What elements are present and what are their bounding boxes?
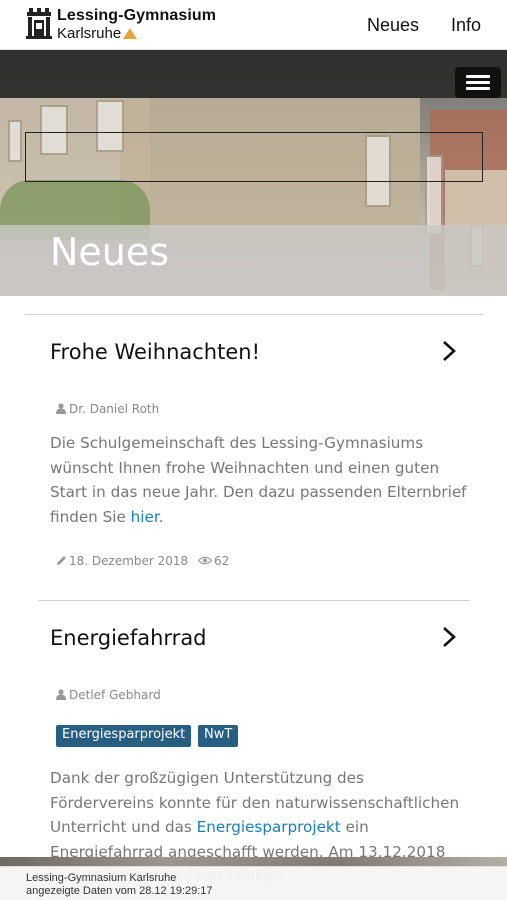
user-icon (56, 403, 66, 414)
hero-banner: Neues (0, 50, 507, 296)
article-link[interactable]: Energiesparprojekt (197, 818, 341, 836)
brand-city-label: Karlsruhe (57, 25, 122, 42)
brand-name[interactable]: Lessing-Gymnasium (57, 7, 216, 25)
eye-icon (197, 556, 213, 565)
brand-triangle-icon (123, 28, 138, 39)
brand-city[interactable]: Karlsruhe (57, 25, 138, 42)
chevron-right-icon[interactable] (441, 626, 457, 648)
article-text: Die Schulgemeinschaft des Lessing-Gymnas… (50, 431, 470, 529)
article-title[interactable]: Energiefahrrad (50, 626, 207, 650)
divider (38, 600, 470, 601)
author-name: Detlef Gebhard (69, 688, 161, 702)
nav-neues-link[interactable]: Neues (367, 15, 419, 36)
breadcrumb (25, 132, 483, 182)
article-views: 62 (214, 554, 230, 568)
hamburger-menu-icon[interactable] (455, 67, 501, 98)
divider (25, 314, 483, 315)
article-date: 18. Dezember 2018 (69, 554, 189, 568)
pencil-icon (57, 556, 66, 565)
tag-nwt[interactable]: NwT (198, 725, 239, 747)
tag-energiesparprojekt[interactable]: Energiesparprojekt (56, 725, 192, 747)
article-link[interactable]: hier (131, 508, 159, 526)
top-header: Lessing-Gymnasium Karlsruhe Neues Info (0, 0, 507, 50)
page-title: Neues (50, 230, 170, 274)
author-name: Dr. Daniel Roth (69, 402, 160, 416)
article-author: Detlef Gebhard (56, 688, 161, 702)
school-logo-icon[interactable] (26, 8, 52, 40)
article-title[interactable]: Frohe Weihnachten! (50, 340, 260, 364)
nav-info-link[interactable]: Info (451, 15, 481, 36)
hero-top-band (0, 50, 507, 98)
footer-data-timestamp: angezeigte Daten vom 28.12 19:29:17 (26, 885, 213, 897)
chevron-right-icon[interactable] (441, 340, 457, 362)
user-icon (56, 689, 66, 700)
article-author: Dr. Daniel Roth (56, 402, 159, 416)
article-meta: 18. Dezember 2018 62 (56, 554, 229, 568)
article-text-end: . (158, 507, 164, 526)
footer-school-name: Lessing-Gymnasium Karlsruhe (26, 872, 177, 884)
article-text-body: Die Schulgemeinschaft des Lessing-Gymnas… (50, 434, 467, 526)
footer-bar: Lessing-Gymnasium Karlsruhe angezeigte D… (0, 866, 507, 900)
